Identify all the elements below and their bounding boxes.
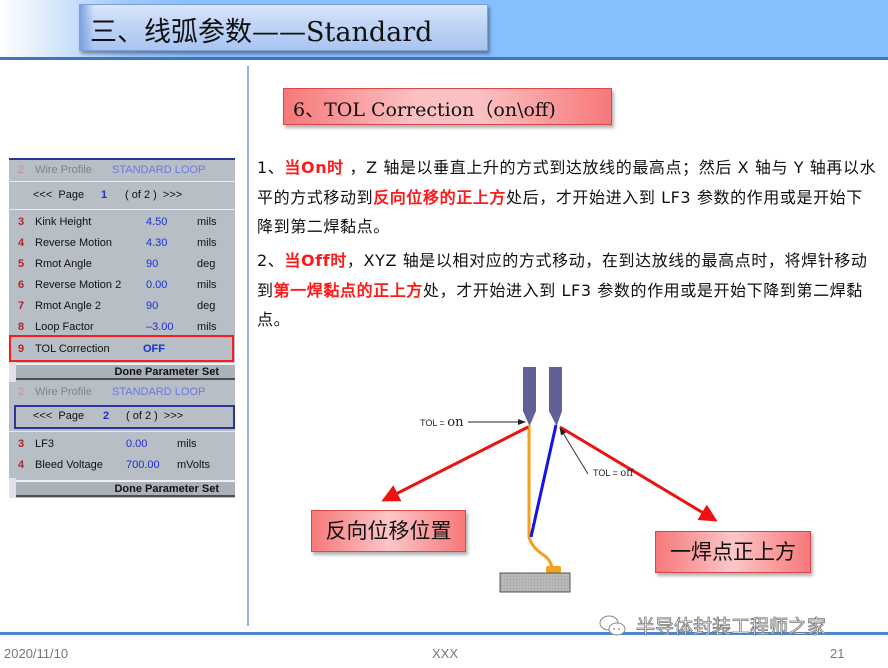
capillary-right [549,367,562,425]
wire-tol-off [529,424,558,538]
tol-on-label: TOL = on [420,415,463,430]
reverse-position-label: 反向位移位置 [325,519,452,543]
tol-prefix: TOL = [593,468,621,478]
tol-value: off [620,468,634,479]
footer-center-text: XXX [432,646,459,661]
tol-value: on [447,415,464,430]
capillary-left [523,367,536,425]
substrate-pad [499,572,571,593]
arrow-first-bond-above [559,425,718,522]
tol-off-label: TOL = off [593,468,633,479]
wechat-icon [599,615,626,636]
arrow-reverse-position [381,425,529,502]
reverse-position-label-box: 反向位移位置 [311,510,466,552]
watermark-text: 半导体封装工程师之家 [636,616,827,639]
footer-date: 2020/11/10 [4,646,69,661]
first-bond-above-label-box: 一焊点正上方 [655,531,811,573]
bond-ball [546,566,561,573]
page-number: 21 [830,646,845,661]
first-bond-above-label: 一焊点正上方 [670,540,796,564]
tol-prefix: TOL = [420,418,448,428]
